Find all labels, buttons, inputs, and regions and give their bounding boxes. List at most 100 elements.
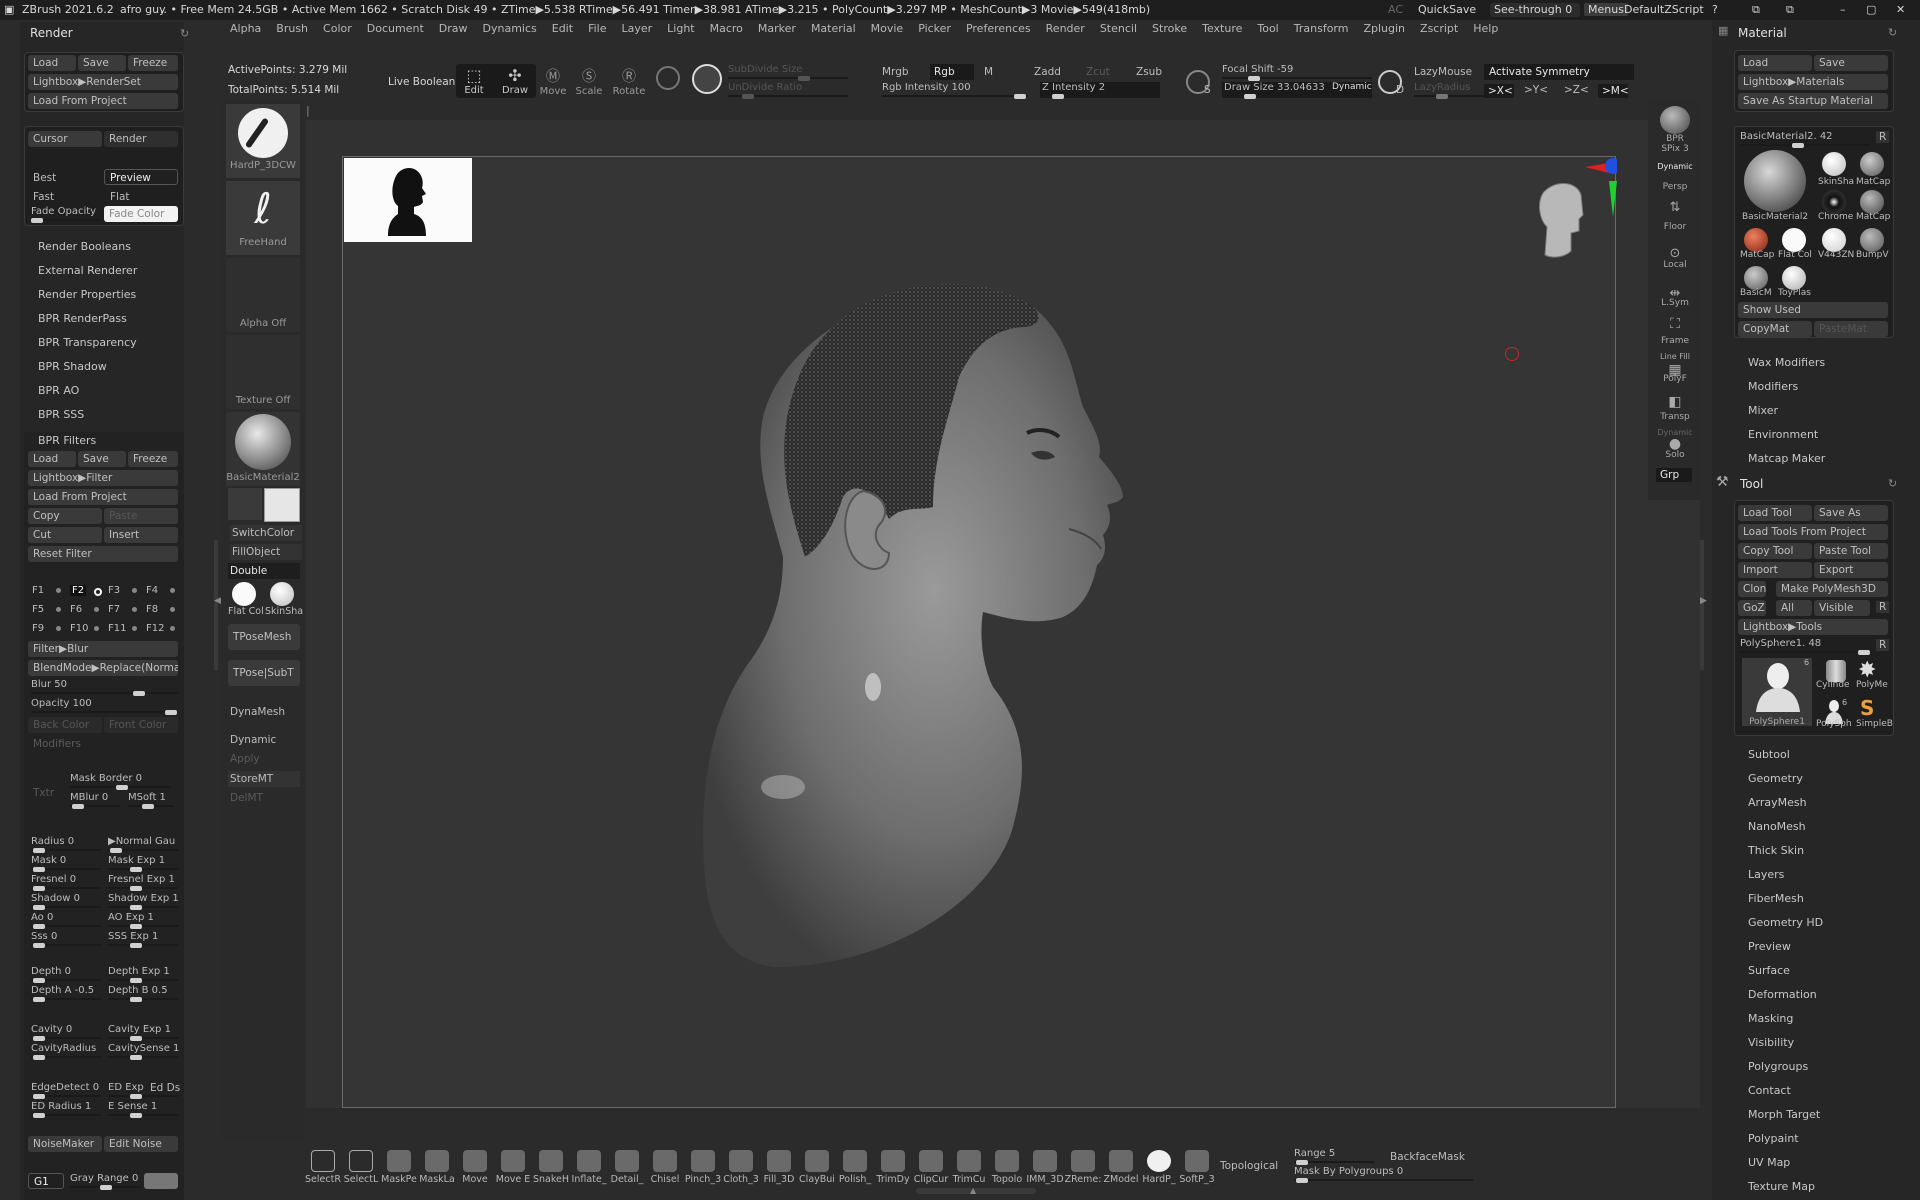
apply-button[interactable]: Apply xyxy=(230,753,260,765)
material-menu-mixer[interactable]: Mixer xyxy=(1748,404,1778,417)
normalgau-slider[interactable]: ▶Normal Gau xyxy=(108,836,178,853)
load-tools-from-project-button[interactable]: Load Tools From Project xyxy=(1738,524,1888,540)
rotate-button[interactable]: Ⓡ Rotate xyxy=(612,66,646,97)
fast-button[interactable]: Fast xyxy=(33,191,54,203)
filter-slot-f8[interactable]: F8 xyxy=(146,604,158,615)
show-used-button[interactable]: Show Used xyxy=(1738,302,1888,318)
preview-button[interactable]: Preview xyxy=(104,169,178,185)
edit-noise-button[interactable]: Edit Noise xyxy=(104,1136,178,1152)
filter-slot-dot-icon[interactable] xyxy=(170,626,175,631)
solo-button[interactable]: Solo xyxy=(1652,450,1698,460)
maximize-icon[interactable]: ▢ xyxy=(1866,3,1876,16)
menu-stroke[interactable]: Stroke xyxy=(1152,22,1187,35)
dynamesh-button[interactable]: DynaMesh xyxy=(230,706,285,718)
floor-button[interactable]: Floor xyxy=(1652,222,1698,232)
material-r-button[interactable]: R xyxy=(1876,131,1890,143)
brush-polish--button[interactable]: Polish_ xyxy=(836,1150,874,1185)
expand-bottom-icon[interactable]: ▲ xyxy=(970,1186,976,1195)
bpr-button[interactable]: BPR xyxy=(1652,106,1698,144)
sym-m-button[interactable]: >M< xyxy=(1598,84,1629,98)
dynamic-button[interactable]: Dynamic xyxy=(230,734,276,746)
filter-slot-dot-icon[interactable] xyxy=(56,588,61,593)
tool-refresh-icon[interactable]: ↻ xyxy=(1888,477,1897,490)
material-button[interactable]: BasicMaterial2 xyxy=(226,412,300,486)
flatcol-swatch-icon[interactable] xyxy=(1782,228,1806,252)
filter-slot-f7[interactable]: F7 xyxy=(108,604,120,615)
render-item-bpr-sss[interactable]: BPR SSS xyxy=(38,408,84,421)
local-button[interactable]: Local xyxy=(1652,260,1698,270)
filter-blur-button[interactable]: Filter▶Blur xyxy=(28,641,178,657)
matcap2-swatch-icon[interactable] xyxy=(1860,190,1884,214)
cut-button[interactable]: Cut xyxy=(28,527,102,543)
delmt-button[interactable]: DelMT xyxy=(230,792,263,804)
menu-tool[interactable]: Tool xyxy=(1257,22,1278,35)
cavitysense-slider[interactable]: CavitySense 1 xyxy=(108,1043,179,1060)
all-button[interactable]: All xyxy=(1776,600,1812,616)
pastemat-button[interactable]: PasteMat xyxy=(1814,321,1888,337)
menu-document[interactable]: Document xyxy=(367,22,424,35)
sculptris-icon[interactable] xyxy=(656,66,680,90)
brush-trimcu-button[interactable]: TrimCu xyxy=(950,1150,988,1185)
render-item-bpr-ao[interactable]: BPR AO xyxy=(38,384,79,397)
save-button[interactable]: Save xyxy=(78,55,126,71)
back-color-button[interactable]: Back Color xyxy=(28,717,102,733)
menu-marker[interactable]: Marker xyxy=(758,22,796,35)
tool-menu-geometry[interactable]: Geometry xyxy=(1748,772,1803,785)
tool-r-button[interactable]: R xyxy=(1876,601,1890,613)
esense-slider[interactable]: E Sense 1 xyxy=(108,1101,178,1118)
red-matcap-swatch-icon[interactable] xyxy=(1744,228,1768,252)
filter-slot-f12[interactable]: F12 xyxy=(146,623,164,634)
mblur-slider[interactable]: MBlur 0 xyxy=(70,792,120,809)
v443-swatch-icon[interactable] xyxy=(1822,228,1846,252)
alpha-button[interactable]: Alpha Off xyxy=(226,258,300,332)
import-button[interactable]: Import xyxy=(1738,562,1812,578)
filter-load-button[interactable]: Load xyxy=(28,451,76,467)
brush-zmodel-button[interactable]: ZModel xyxy=(1102,1150,1140,1185)
filter-slot-dot-icon[interactable] xyxy=(170,588,175,593)
polish-mode-icon[interactable] xyxy=(692,64,722,94)
subdivide-size-slider[interactable]: SubDivide Size xyxy=(728,64,848,81)
edit-button[interactable]: ⬚ Edit xyxy=(460,66,488,96)
blendmode-button[interactable]: BlendMode▶Replace(Normal) xyxy=(28,660,178,676)
edradius-slider[interactable]: ED Radius 1 xyxy=(31,1101,101,1118)
polysphere-thumb[interactable]: 6 PolySphere1 xyxy=(1742,658,1812,727)
undivide-ratio-slider[interactable]: UnDivide Ratio xyxy=(728,82,848,99)
render-item-external-renderer[interactable]: External Renderer xyxy=(38,264,137,277)
filter-slot-dot-icon[interactable] xyxy=(170,607,175,612)
tool-menu-uv-map[interactable]: UV Map xyxy=(1748,1156,1790,1169)
fade-opacity-slider[interactable]: Fade Opacity xyxy=(31,206,101,223)
spix-slider[interactable]: SPix 3 xyxy=(1652,144,1698,154)
material-save-button[interactable]: Save xyxy=(1814,55,1888,71)
menu-color[interactable]: Color xyxy=(323,22,352,35)
load-from-project-button[interactable]: Load From Project xyxy=(28,93,178,109)
tool-menu-fibermesh[interactable]: FiberMesh xyxy=(1748,892,1804,905)
focal-shift-slider[interactable]: Focal Shift -59 xyxy=(1222,64,1372,81)
skinsha-swatch-icon[interactable] xyxy=(1822,152,1846,176)
stroke-button[interactable]: ℓ FreeHand xyxy=(226,181,300,255)
menu-alpha[interactable]: Alpha xyxy=(230,22,261,35)
bpr-filters-header[interactable]: BPR Filters xyxy=(38,434,96,447)
menu-transform[interactable]: Transform xyxy=(1294,22,1349,35)
filter-slot-dot-icon[interactable] xyxy=(94,607,99,612)
sym-x-button[interactable]: >X< xyxy=(1484,84,1514,98)
copymat-button[interactable]: CopyMat xyxy=(1738,321,1812,337)
filter-slot-f1[interactable]: F1 xyxy=(32,585,44,596)
render-item-bpr-transparency[interactable]: BPR Transparency xyxy=(38,336,137,349)
menu-zscript[interactable]: Zscript xyxy=(1420,22,1458,35)
double-button[interactable]: Double xyxy=(228,563,300,579)
ed-ds-button[interactable]: Ed Ds xyxy=(150,1082,180,1094)
brush-snakeh-button[interactable]: SnakeH xyxy=(532,1150,570,1185)
frame-button[interactable]: Frame xyxy=(1652,336,1698,346)
cavityradius-slider[interactable]: CavityRadius xyxy=(31,1043,101,1060)
matcap-swatch-icon[interactable] xyxy=(1860,152,1884,176)
brush-claybui-button[interactable]: ClayBui xyxy=(798,1150,836,1185)
paste-tool-button[interactable]: Paste Tool xyxy=(1814,543,1888,559)
insert-button[interactable]: Insert xyxy=(104,527,178,543)
make-polymesh-button[interactable]: Make PolyMesh3D xyxy=(1776,581,1888,597)
tool-menu-thick-skin[interactable]: Thick Skin xyxy=(1748,844,1804,857)
z-intensity-slider[interactable]: Z Intensity 2 xyxy=(1040,82,1160,99)
render-item-render-booleans[interactable]: Render Booleans xyxy=(38,240,131,253)
material-menu-matcap-maker[interactable]: Matcap Maker xyxy=(1748,452,1825,465)
flat-button[interactable]: Flat xyxy=(110,191,130,203)
tpose-subt-button[interactable]: TPose|SubT xyxy=(228,660,300,686)
